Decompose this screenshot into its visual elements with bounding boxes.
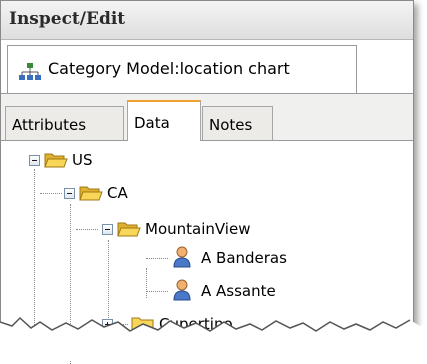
torn-edge	[0, 316, 427, 360]
inspect-edit-panel: Inspect/Edit Category Model:location cha…	[0, 0, 427, 364]
